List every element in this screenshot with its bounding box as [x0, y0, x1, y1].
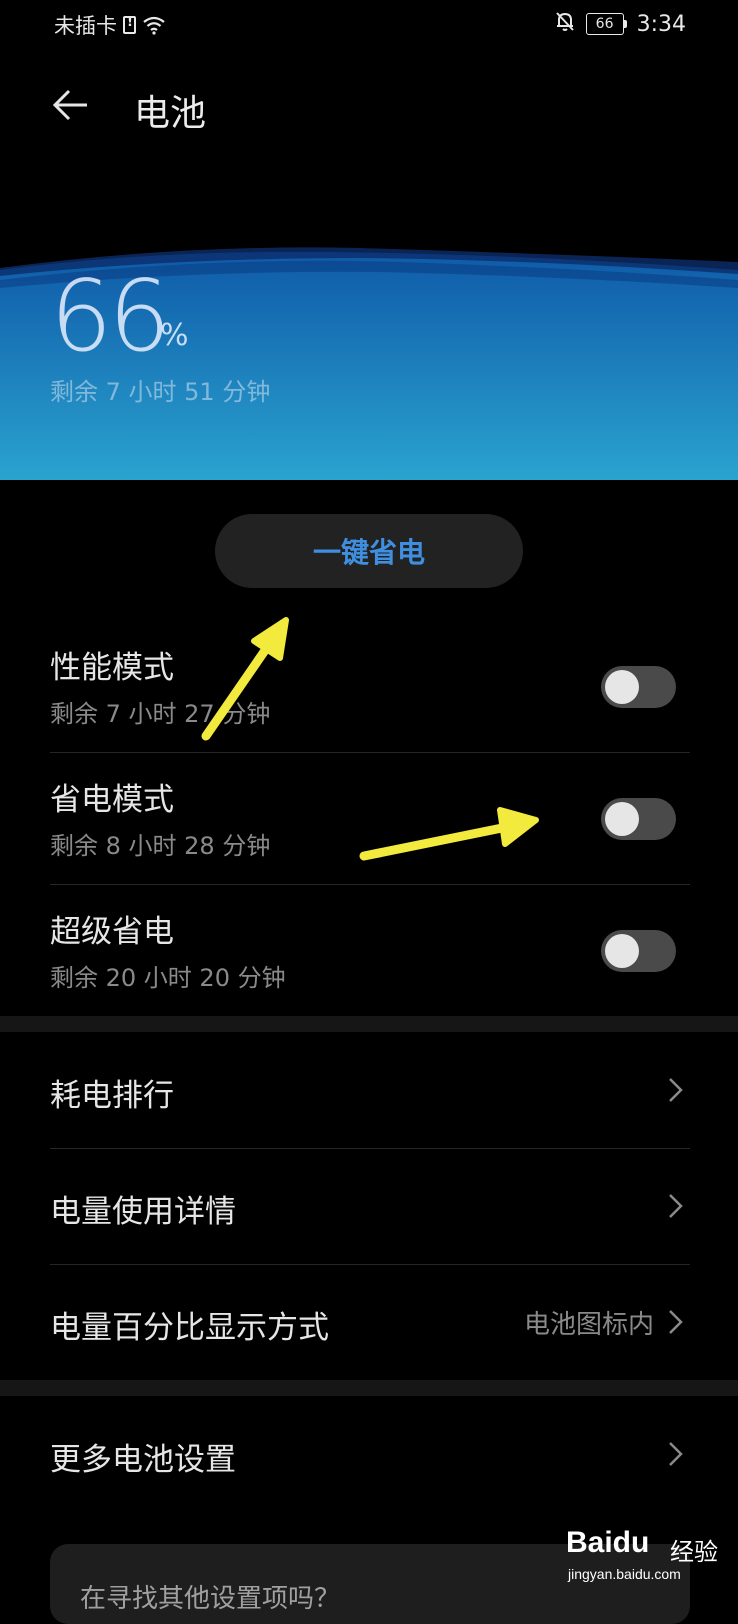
list-item-label: 电量使用详情 [50, 1194, 236, 1230]
status-left: 未插卡 [54, 10, 166, 40]
watermark-brand: Baidu [566, 1526, 650, 1559]
section-separator [0, 1380, 738, 1396]
watermark-url: jingyan.baidu.com [568, 1566, 681, 1582]
battery-status-icon: 66 [585, 13, 627, 35]
battery-status-level: 66 [585, 13, 624, 35]
watermark-sub: 经验 [670, 1538, 718, 1566]
wifi-icon [142, 15, 166, 35]
toggle-knob [605, 934, 639, 968]
mode-title: 省电模式 [50, 782, 174, 818]
toggle-knob [605, 670, 639, 704]
list-item-power-consumption-ranking[interactable]: 耗电排行 [0, 1032, 738, 1146]
toggle-knob [605, 802, 639, 836]
battery-remaining-time: 剩余 7 小时 51 分钟 [50, 378, 271, 406]
performance-mode-toggle[interactable] [601, 666, 676, 708]
list-item-value: 电池图标内 [523, 1310, 654, 1340]
list-item-usage-details[interactable]: 电量使用详情 [0, 1148, 738, 1262]
mode-row-ultra-saving[interactable]: 超级省电 剩余 20 小时 20 分钟 [0, 884, 738, 1014]
chevron-right-icon [669, 1442, 683, 1466]
status-right: 66 3:34 [554, 10, 686, 38]
page-title: 电池 [134, 93, 207, 134]
section-separator [0, 1016, 738, 1032]
list-item-percentage-display[interactable]: 电量百分比显示方式 电池图标内 [0, 1264, 738, 1378]
status-time: 3:34 [636, 11, 686, 37]
search-card-text: 在寻找其他设置项吗？ [80, 1584, 341, 1614]
ultra-power-saving-toggle[interactable] [601, 930, 676, 972]
list-item-label: 更多电池设置 [50, 1442, 236, 1478]
mode-row-power-saving[interactable]: 省电模式 剩余 8 小时 28 分钟 [0, 752, 738, 882]
header: 电池 [0, 70, 738, 140]
chevron-right-icon [669, 1310, 683, 1334]
chevron-right-icon [669, 1194, 683, 1218]
list-item-label: 电量百分比显示方式 [50, 1310, 329, 1346]
status-bar: 未插卡 66 3:34 [0, 0, 738, 50]
chevron-right-icon [669, 1078, 683, 1102]
mode-title: 超级省电 [50, 914, 174, 950]
one-key-power-save-button[interactable]: 一键省电 [215, 514, 523, 588]
back-button[interactable] [46, 80, 96, 130]
mode-row-performance[interactable]: 性能模式 剩余 7 小时 27 分钟 [0, 620, 738, 750]
mode-title: 性能模式 [50, 650, 174, 686]
carrier-text: 未插卡 [54, 14, 117, 38]
mode-remaining: 剩余 20 小时 20 分钟 [50, 964, 286, 992]
back-arrow-icon [52, 89, 87, 121]
mode-remaining: 剩余 8 小时 28 分钟 [50, 832, 271, 860]
mode-remaining: 剩余 7 小时 27 分钟 [50, 700, 271, 728]
list-item-label: 耗电排行 [50, 1078, 174, 1114]
baidu-watermark: Baidu 经验 jingyan.baidu.com [560, 1514, 720, 1594]
list-item-more-battery-settings[interactable]: 更多电池设置 [0, 1396, 738, 1510]
battery-percent-sign: % [160, 318, 189, 353]
mute-bell-icon [554, 10, 576, 38]
sim-alert-icon [123, 15, 136, 34]
battery-percent: 66 [50, 260, 171, 374]
power-saving-mode-toggle[interactable] [601, 798, 676, 840]
